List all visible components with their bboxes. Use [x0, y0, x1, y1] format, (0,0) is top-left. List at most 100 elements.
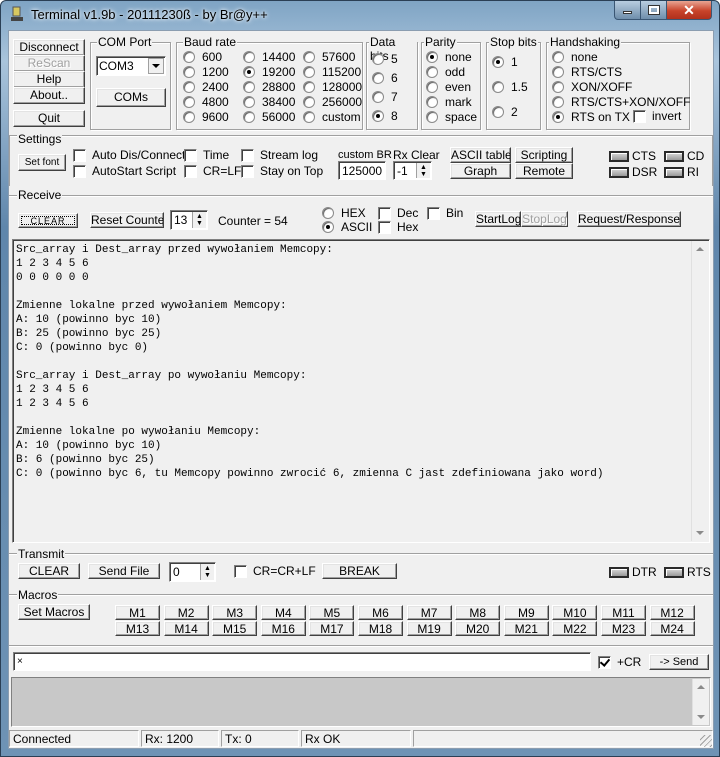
checkbox-box[interactable]	[184, 148, 197, 162]
macro-button-m24[interactable]: M24	[649, 621, 695, 636]
macro-button-m8[interactable]: M8	[455, 605, 501, 620]
radio-button-icon[interactable]	[372, 53, 384, 65]
baud-option-4800[interactable]: 4800	[183, 95, 229, 109]
macro-button-m18[interactable]: M18	[358, 621, 403, 636]
rx-clear-spinner[interactable]: -1 ▲ ▼	[393, 161, 432, 180]
invert-checkbox[interactable]: invert	[633, 109, 681, 123]
about-button[interactable]: About..	[13, 87, 85, 104]
checkbox-box[interactable]	[184, 164, 197, 178]
checkbox-box[interactable]	[73, 148, 86, 162]
macro-button-m16[interactable]: M16	[260, 621, 306, 636]
data-bits-option-5[interactable]: 5	[372, 52, 398, 66]
ascii-table-button[interactable]: ASCII table	[450, 147, 511, 163]
macro-button-m17[interactable]: M17	[309, 621, 355, 636]
scroll-down-icon[interactable]	[696, 531, 704, 535]
parity-option-odd[interactable]: odd	[426, 65, 465, 79]
parity-option-even[interactable]: even	[426, 80, 471, 94]
macro-button-m1[interactable]: M1	[115, 605, 160, 620]
stop-bits-option-2[interactable]: 2	[492, 105, 518, 119]
macro-button-m19[interactable]: M19	[406, 621, 452, 636]
scroll-down-icon[interactable]	[697, 715, 705, 719]
radio-ascii[interactable]: ASCII	[322, 220, 372, 234]
radio-button-icon[interactable]	[552, 66, 564, 78]
macro-button-m4[interactable]: M4	[260, 605, 306, 620]
send-file-button[interactable]: Send File	[88, 563, 160, 579]
rts-indicator[interactable]: RTS	[664, 565, 711, 579]
radio-button-icon[interactable]	[492, 81, 504, 93]
macro-button-m22[interactable]: M22	[552, 621, 598, 636]
radio-button-icon[interactable]	[552, 96, 564, 108]
set-macros-button[interactable]: Set Macros	[18, 604, 90, 620]
macro-button-m7[interactable]: M7	[406, 605, 452, 620]
checkbox-auto-dis-connect[interactable]: Auto Dis/Connect	[73, 148, 185, 162]
macro-button-m23[interactable]: M23	[601, 621, 646, 636]
radio-button-icon[interactable]	[426, 66, 438, 78]
chevron-down-icon[interactable]	[148, 58, 164, 74]
data-bits-option-7[interactable]: 7	[372, 90, 398, 104]
handshaking-option-rts-on-tx[interactable]: RTS on TX	[552, 110, 630, 124]
macro-button-m21[interactable]: M21	[503, 621, 549, 636]
minimize-button[interactable]	[614, 1, 641, 20]
send-input[interactable]: ×	[13, 652, 591, 671]
macro-button-m5[interactable]: M5	[309, 605, 355, 620]
spinner-arrows-icon[interactable]: ▲ ▼	[192, 212, 206, 228]
invert-box[interactable]	[633, 109, 646, 123]
radio-button-icon[interactable]	[303, 81, 315, 93]
scripting-button[interactable]: Scripting	[515, 147, 573, 163]
set-font-button[interactable]: Set font	[18, 154, 66, 171]
radio-button-icon[interactable]	[372, 72, 384, 84]
parity-option-mark[interactable]: mark	[426, 95, 472, 109]
spinner-arrows-icon[interactable]: ▲ ▼	[416, 163, 430, 178]
dtr-indicator[interactable]: DTR	[609, 565, 657, 579]
radio-button-icon[interactable]	[426, 51, 438, 63]
checkbox-autostart-script[interactable]: AutoStart Script	[73, 164, 176, 178]
baud-option-57600[interactable]: 57600	[303, 50, 355, 64]
graph-button[interactable]: Graph	[450, 163, 511, 179]
macro-button-m20[interactable]: M20	[455, 621, 501, 636]
stop-log-button[interactable]: StopLog	[521, 211, 568, 227]
checkbox-stay-on-top[interactable]: Stay on Top	[241, 164, 323, 178]
radio-button-icon[interactable]	[183, 111, 195, 123]
disconnect-button[interactable]: Disconnect	[13, 39, 85, 56]
custom-br-input[interactable]: 125000	[338, 161, 386, 180]
macro-button-m10[interactable]: M10	[552, 605, 598, 620]
radio-button-icon[interactable]	[426, 96, 438, 108]
history-area[interactable]	[11, 677, 711, 727]
coms-button[interactable]: COMs	[96, 88, 166, 107]
bin-checkbox[interactable]: Bin	[427, 206, 463, 220]
remote-button[interactable]: Remote	[515, 163, 573, 179]
baud-option-14400[interactable]: 14400	[243, 50, 295, 64]
radio-button-icon[interactable]	[322, 221, 334, 233]
start-log-button[interactable]: StartLog	[475, 211, 521, 227]
baud-option-19200[interactable]: 19200	[243, 65, 295, 79]
radio-button-icon[interactable]	[426, 81, 438, 93]
baud-option-128000[interactable]: 128000	[303, 80, 362, 94]
macro-button-m13[interactable]: M13	[115, 621, 160, 636]
scroll-up-icon[interactable]	[697, 685, 705, 689]
help-button[interactable]: Help	[13, 71, 85, 88]
maximize-button[interactable]	[641, 1, 667, 20]
radio-button-icon[interactable]	[372, 110, 384, 122]
handshaking-option-rts-cts[interactable]: RTS/CTS	[552, 65, 622, 79]
quit-button[interactable]: Quit	[13, 110, 85, 127]
baud-option-56000[interactable]: 56000	[243, 110, 295, 124]
radio-button-icon[interactable]	[552, 81, 564, 93]
scroll-up-icon[interactable]	[696, 247, 704, 251]
reset-counter-button[interactable]: Reset Counter	[90, 212, 164, 228]
radio-button-icon[interactable]	[183, 96, 195, 108]
radio-button-icon[interactable]	[243, 96, 255, 108]
parity-option-space[interactable]: space	[426, 110, 477, 124]
macro-button-m2[interactable]: M2	[163, 605, 209, 620]
radio-button-icon[interactable]	[303, 96, 315, 108]
stop-bits-option-1[interactable]: 1	[492, 55, 518, 69]
radio-button-icon[interactable]	[303, 66, 315, 78]
macro-button-m9[interactable]: M9	[503, 605, 549, 620]
checkbox-time[interactable]: Time	[184, 148, 229, 162]
request-response-button[interactable]: Request/Response	[577, 211, 681, 227]
radio-button-icon[interactable]	[492, 56, 504, 68]
com-port-select[interactable]: COM3	[96, 56, 166, 76]
radio-button-icon[interactable]	[303, 51, 315, 63]
break-button[interactable]: BREAK	[322, 563, 397, 579]
baud-option-custom[interactable]: custom	[303, 110, 361, 124]
data-bits-option-6[interactable]: 6	[372, 71, 398, 85]
